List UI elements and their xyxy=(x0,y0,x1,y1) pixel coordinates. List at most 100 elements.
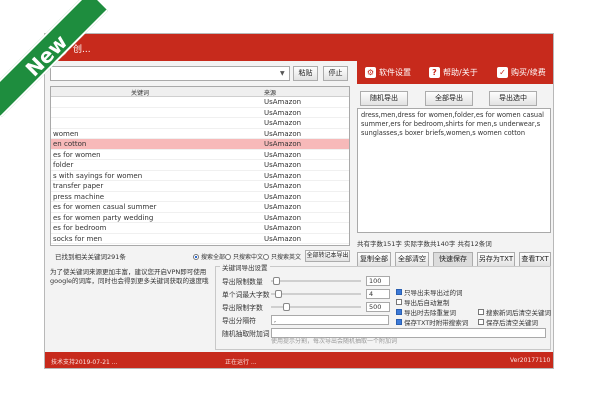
slider-track xyxy=(271,280,361,282)
cell-keyword: es for bedroom xyxy=(53,224,107,232)
cell-keyword: es for women casual summer xyxy=(53,203,157,211)
checkbox-box[interactable] xyxy=(396,309,402,315)
cell-source: UsAmazon xyxy=(264,182,302,190)
checkbox-save-with-search[interactable]: 保存TXT时附带搜索词 xyxy=(396,317,468,327)
cell-keyword: socks for men xyxy=(53,234,103,243)
label-limit-chars: 导出限制字数 xyxy=(222,304,263,312)
vpn-tip-text: 为了使关键词来源更加丰富，建议您开启VPN即可使用google的词库，同时也会得… xyxy=(50,268,209,285)
check-icon: ✓ xyxy=(497,67,508,78)
export-all-notebook-button[interactable]: 全部转记本导出 xyxy=(305,250,350,262)
table-row[interactable]: socks for men UsAmazon xyxy=(51,234,349,244)
table-row[interactable]: es for bedroom UsAmazon xyxy=(51,223,349,234)
cell-source: UsAmazon xyxy=(264,234,302,243)
table-row[interactable]: UsAmazon xyxy=(51,118,349,129)
checkbox-box[interactable] xyxy=(396,299,402,305)
paste-button[interactable]: 粘贴 xyxy=(293,66,318,81)
radio-dot[interactable] xyxy=(263,253,269,260)
cell-keyword: en cotton xyxy=(53,140,87,148)
separator-input[interactable]: , xyxy=(271,315,389,325)
gear-icon: ⚙ xyxy=(365,67,376,78)
table-row[interactable]: women UsAmazon xyxy=(51,129,349,139)
cell-source: UsAmazon xyxy=(264,129,302,138)
table-row[interactable]: es for women party wedding UsAmazon xyxy=(51,213,349,223)
app-window: W 创... ▼ 粘贴 停止 关键词 来源 UsAmazon UsAmazon Us… xyxy=(44,33,554,369)
radio-search-all[interactable]: 搜索全部 xyxy=(193,252,225,261)
random-export-button[interactable]: 随机导出 xyxy=(360,91,408,106)
table-row[interactable]: transfer paper UsAmazon xyxy=(51,181,349,192)
cell-keyword: transfer paper xyxy=(53,182,104,190)
cell-keyword: folder xyxy=(53,161,74,169)
cell-source: UsAmazon xyxy=(264,203,302,211)
table-row[interactable]: es for women UsAmazon xyxy=(51,150,349,160)
checkbox-dedupe[interactable]: 导出时去除重复词 xyxy=(396,307,456,317)
table-row[interactable]: s with sayings for women UsAmazon xyxy=(51,171,349,181)
status-left: 技术支持2019-07-21 ... xyxy=(51,359,118,366)
checkbox-box[interactable] xyxy=(396,289,402,295)
checkbox-box[interactable] xyxy=(478,319,484,325)
slider-knob[interactable] xyxy=(275,290,283,298)
checkbox-only-unexported[interactable]: 只导出未导出过的词 xyxy=(396,287,463,297)
radio-dot[interactable] xyxy=(225,253,231,260)
table-row[interactable]: UsAmazon xyxy=(51,97,349,108)
checkbox-clear-after-search[interactable]: 搜索新词后清空关键词 xyxy=(478,307,551,317)
limit-chars-slider[interactable] xyxy=(271,303,361,311)
clear-all-button[interactable]: 全部清空 xyxy=(395,252,429,267)
export-selected-button[interactable]: 导出选中 xyxy=(489,91,537,106)
checkbox-clear-after-save[interactable]: 保存后清空关键词 xyxy=(478,317,538,327)
radio-dot[interactable] xyxy=(193,253,199,260)
column-header-source[interactable]: 来源 xyxy=(264,88,276,97)
slider-knob[interactable] xyxy=(283,303,291,311)
table-row[interactable]: folder UsAmazon xyxy=(51,160,349,171)
export-all-button[interactable]: 全部导出 xyxy=(425,91,473,106)
settings-title: 关键词导出设置 xyxy=(220,262,270,272)
cell-source: UsAmazon xyxy=(264,171,302,180)
quick-save-button[interactable]: 快速保存 xyxy=(433,252,473,267)
checkbox-box[interactable] xyxy=(478,309,484,315)
keyword-search-input[interactable] xyxy=(50,66,290,81)
cell-keyword: es for women party wedding xyxy=(53,213,154,222)
cell-source: UsAmazon xyxy=(264,119,302,127)
title-bar: W 创... xyxy=(45,34,553,61)
purchase-button[interactable]: ✓ 购买/续费 xyxy=(497,67,546,78)
max-chars-slider[interactable] xyxy=(271,290,361,298)
slider-knob[interactable] xyxy=(272,277,280,285)
checkbox-auto-copy[interactable]: 导出后自动复制 xyxy=(396,297,450,307)
export-settings-group: 关键词导出设置 导出限制数量 100 单个词最大字数 4 导出限制字数 500 … xyxy=(215,262,551,350)
max-chars-input[interactable]: 4 xyxy=(366,289,390,299)
checkbox-box[interactable] xyxy=(396,319,402,325)
limit-chars-input[interactable]: 500 xyxy=(366,302,390,312)
limit-count-input[interactable]: 100 xyxy=(366,276,390,286)
cell-source: UsAmazon xyxy=(264,213,302,222)
cell-keyword: s with sayings for women xyxy=(53,171,143,180)
table-row[interactable]: UsAmazon xyxy=(51,108,349,118)
label-separator: 导出分隔符 xyxy=(222,317,256,325)
table-header: 关键词 来源 xyxy=(51,87,349,97)
right-menu-bar: ⚙ 软件设置 ? 帮助/关于 ✓ 购买/续费 xyxy=(357,61,553,84)
column-header-keyword[interactable]: 关键词 xyxy=(131,88,149,97)
view-txt-button[interactable]: 查看TXT xyxy=(519,252,551,267)
label-max-chars: 单个词最大字数 xyxy=(222,291,270,299)
status-version: Ver20177110 xyxy=(510,357,551,364)
keyword-table: 关键词 来源 UsAmazon UsAmazon UsAmazon women UsAm… xyxy=(50,86,350,246)
stop-button[interactable]: 停止 xyxy=(323,66,348,81)
output-textarea[interactable]: dress,men,dress for women,folder,es for … xyxy=(357,108,551,233)
radio-search-chinese[interactable]: 只搜索中文 xyxy=(225,252,263,261)
app-title: 创... xyxy=(73,45,91,55)
help-about-button[interactable]: ? 帮助/关于 xyxy=(429,67,478,78)
table-row[interactable]: press machine UsAmazon xyxy=(51,192,349,202)
limit-count-slider[interactable] xyxy=(271,277,361,285)
table-row[interactable]: en cotton UsAmazon xyxy=(51,139,349,150)
copy-all-button[interactable]: 复制全部 xyxy=(357,252,391,267)
cell-source: UsAmazon xyxy=(264,161,302,169)
settings-hint: 使用提示分割，每次导出会随机抽取一个附加词 xyxy=(271,338,398,345)
question-icon: ? xyxy=(429,67,440,78)
chevron-down-icon[interactable]: ▼ xyxy=(280,70,285,77)
save-as-txt-button[interactable]: 另存为TXT xyxy=(477,252,515,267)
status-bar: 技术支持2019-07-21 ... 正在运行 ... Ver20177110 xyxy=(45,352,553,368)
radio-search-english[interactable]: 只搜索英文 xyxy=(263,252,301,261)
cell-keyword: for ... xyxy=(53,244,72,245)
software-settings-button[interactable]: ⚙ 软件设置 xyxy=(365,67,411,78)
table-row[interactable]: for ... UsAmazon xyxy=(51,244,349,245)
cell-source: UsAmazon xyxy=(264,140,302,148)
table-row[interactable]: es for women casual summer UsAmazon xyxy=(51,202,349,213)
